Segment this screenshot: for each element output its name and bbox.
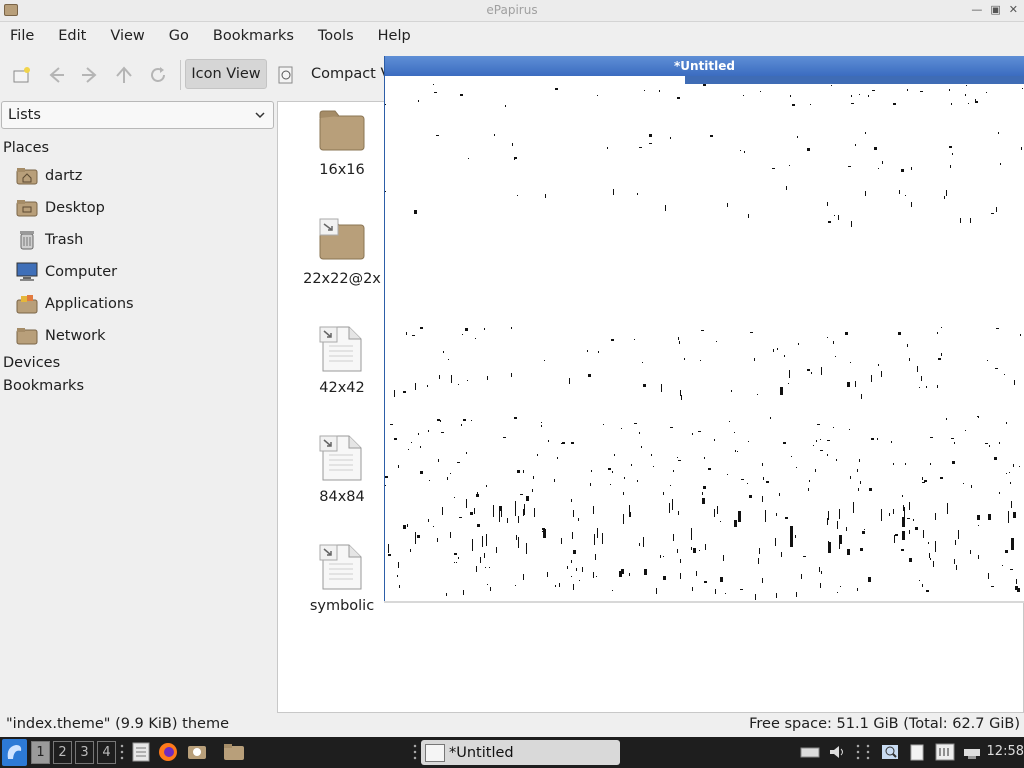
folder-icon <box>319 110 365 151</box>
zoom-button[interactable] <box>273 63 299 87</box>
menu-tools[interactable]: Tools <box>318 28 354 44</box>
keyboard-icon[interactable] <box>800 743 820 761</box>
reload-button[interactable] <box>145 63 171 87</box>
menu-help[interactable]: Help <box>378 28 411 44</box>
taskbar-handle <box>120 743 124 761</box>
desktop-folder-icon <box>16 198 38 218</box>
reload-icon <box>151 67 165 82</box>
firefox-icon <box>159 743 177 761</box>
network-icon <box>16 326 38 346</box>
menu-bookmarks[interactable]: Bookmarks <box>213 28 294 44</box>
camera-icon <box>188 746 206 759</box>
start-menu-button[interactable] <box>2 739 27 766</box>
workspace-4[interactable]: 4 <box>97 741 116 764</box>
image-window[interactable]: *Untitled <box>384 56 1024 601</box>
taskbar-handle <box>413 743 417 761</box>
menu-view[interactable]: View <box>110 28 144 44</box>
new-folder-button[interactable] <box>9 63 35 87</box>
folder-link-icon <box>319 218 365 260</box>
clipboard-icon[interactable] <box>907 743 927 761</box>
menu-edit[interactable]: Edit <box>58 28 86 44</box>
tray-handle <box>856 743 860 761</box>
image-window-edge <box>384 601 1024 603</box>
status-selection-info: "index.theme" (9.9 KiB) theme <box>6 716 229 732</box>
file-link-icon <box>319 435 362 481</box>
menu-file[interactable]: File <box>10 28 34 44</box>
status-free-space: Free space: 51.1 GiB (Total: 62.7 GiB) <box>749 716 1020 732</box>
window-title: ePapirus <box>486 3 538 17</box>
folder-icon <box>224 744 244 760</box>
sidebar-item-trash[interactable]: Trash <box>16 227 83 253</box>
launcher-firefox[interactable] <box>157 741 179 763</box>
taskbar: 1 2 3 4 *Untitled 12:58 <box>0 737 1024 768</box>
workspace-1[interactable]: 1 <box>31 741 50 764</box>
file-link-icon <box>319 544 362 590</box>
sidebar-item-label: dartz <box>45 168 83 184</box>
workspace-3[interactable]: 3 <box>75 741 94 764</box>
chevron-down-icon <box>255 112 265 119</box>
paint-icon <box>425 743 445 762</box>
places-header[interactable]: Places <box>3 140 49 156</box>
arrow-left-icon <box>49 67 64 83</box>
volume-icon[interactable] <box>828 743 848 761</box>
compact-view-button[interactable]: Compact V <box>311 59 391 89</box>
sidebar-item-computer[interactable]: Computer <box>16 259 117 285</box>
launcher-file-manager[interactable] <box>223 741 245 763</box>
trash-icon <box>16 230 38 250</box>
file-link-icon <box>319 326 362 372</box>
back-button[interactable] <box>43 63 69 87</box>
forward-button[interactable] <box>77 63 103 87</box>
applications-icon <box>16 294 38 314</box>
maximize-button[interactable]: ▣ <box>990 3 1000 16</box>
toolbar-separator <box>180 60 181 90</box>
keyboard-layout-icon[interactable] <box>935 743 955 761</box>
workspace-2[interactable]: 2 <box>53 741 72 764</box>
arrow-right-icon <box>82 67 97 83</box>
task-untitled[interactable]: *Untitled <box>421 740 620 765</box>
sidebar-item-applications[interactable]: Applications <box>16 291 134 317</box>
launcher-text-editor[interactable] <box>130 741 152 763</box>
sidebar-item-label: Desktop <box>45 200 105 216</box>
image-window-title[interactable]: *Untitled <box>385 56 1024 76</box>
bookmarks-header[interactable]: Bookmarks <box>3 378 84 394</box>
icon-view-button[interactable]: Icon View <box>185 59 267 89</box>
clock[interactable]: 12:58 <box>987 744 1024 759</box>
launcher-image-viewer[interactable] <box>186 741 208 763</box>
sidebar-item-desktop[interactable]: Desktop <box>16 195 105 221</box>
window-titlebar[interactable]: ePapirus — ▣ ✕ <box>0 0 1024 22</box>
menubar: File Edit View Go Bookmarks Tools Help <box>0 22 1024 50</box>
up-button[interactable] <box>111 63 137 87</box>
side-pane-mode-select[interactable]: Lists <box>1 101 274 129</box>
sidebar-item-label: Applications <box>45 296 134 312</box>
side-pane-mode-value: Lists <box>8 107 41 123</box>
sidebar-item-label: Network <box>45 328 106 344</box>
magnifier-icon <box>278 66 293 84</box>
sidebar-item-network[interactable]: Network <box>16 323 106 349</box>
sidebar-item-dartz[interactable]: dartz <box>16 163 82 189</box>
arrow-up-icon <box>116 66 132 83</box>
new-folder-icon <box>13 67 30 83</box>
start-menu-icon <box>7 745 22 759</box>
statusbar: "index.theme" (9.9 KiB) theme Free space… <box>0 714 1024 736</box>
network-status-icon[interactable] <box>962 743 982 761</box>
minimize-button[interactable]: — <box>971 3 982 16</box>
text-editor-icon <box>132 742 150 762</box>
search-icon[interactable] <box>880 743 900 761</box>
image-canvas[interactable] <box>385 76 1024 601</box>
devices-header[interactable]: Devices <box>3 355 60 371</box>
home-folder-icon <box>16 166 38 186</box>
close-button[interactable]: ✕ <box>1009 3 1018 16</box>
task-label: *Untitled <box>449 744 514 761</box>
sidebar-item-label: Trash <box>45 232 84 248</box>
menu-go[interactable]: Go <box>169 28 189 44</box>
sidebar-item-label: Computer <box>45 264 118 280</box>
computer-icon <box>16 262 38 282</box>
